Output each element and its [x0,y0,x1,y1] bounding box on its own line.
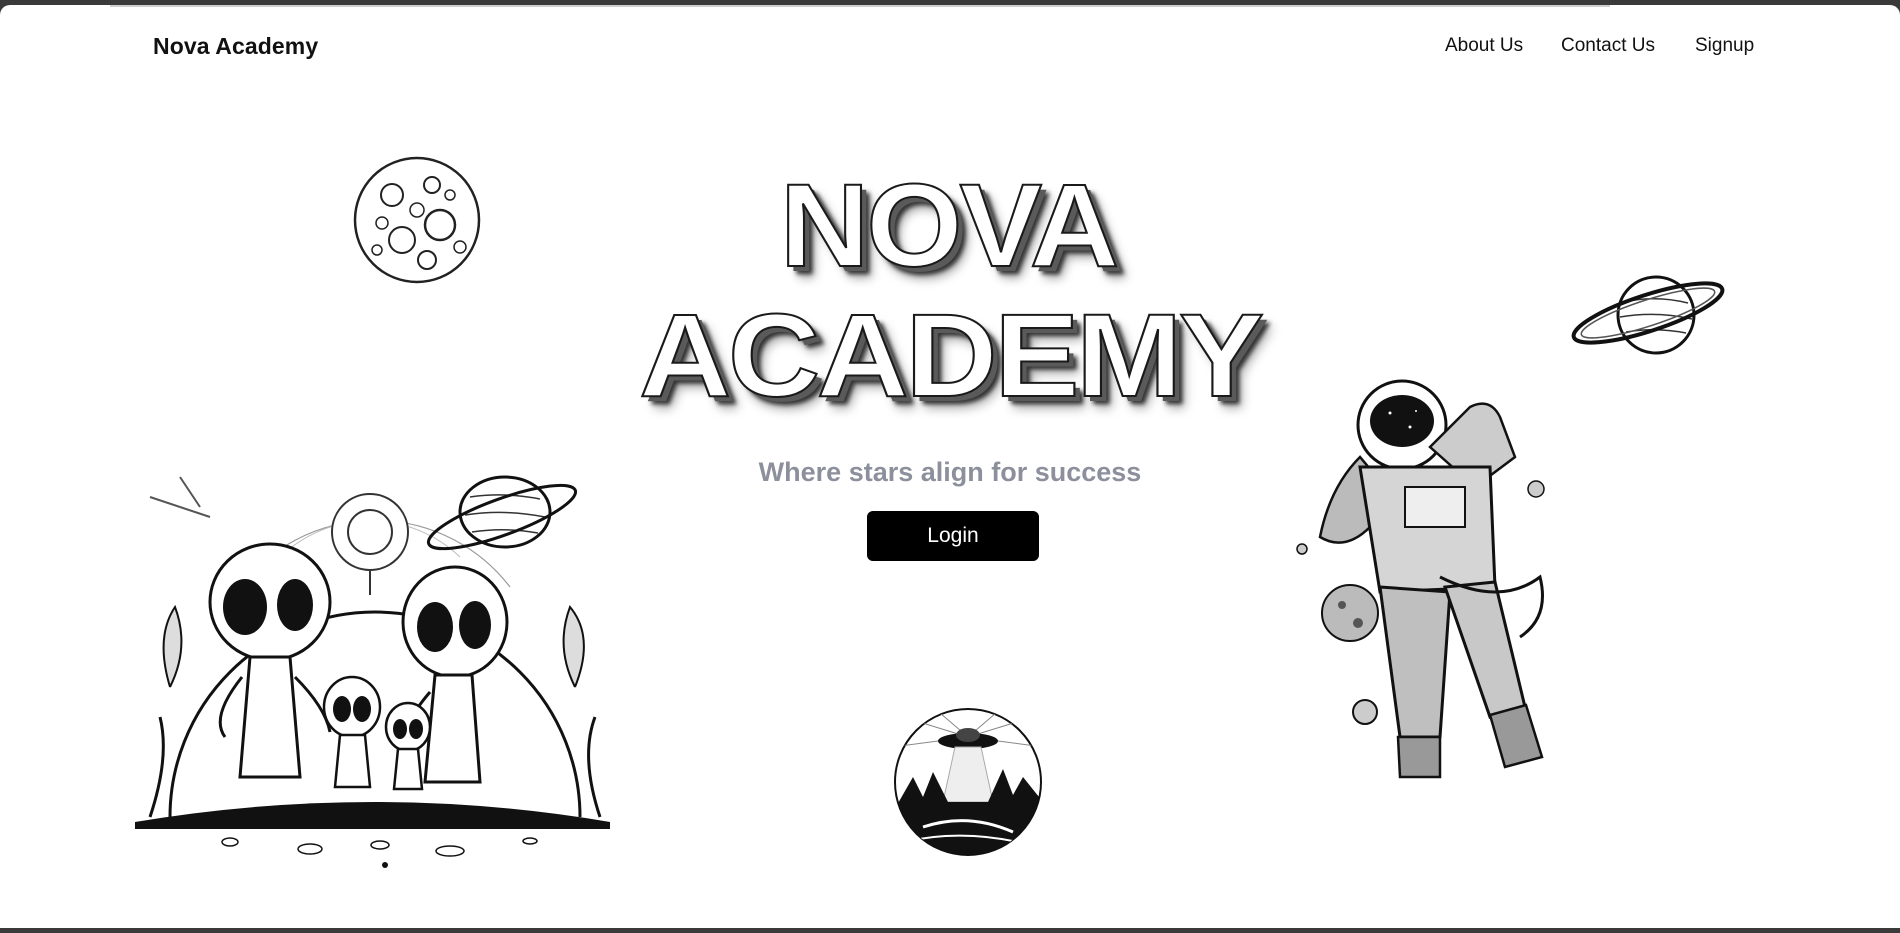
nav-contact-us[interactable]: Contact Us [1561,35,1655,57]
brand-logo-text[interactable]: Nova Academy [153,33,318,60]
alien-family-illustration [135,475,610,868]
nav-about-us[interactable]: About Us [1445,35,1523,57]
login-button[interactable]: Login [867,511,1039,561]
nav-signup[interactable]: Signup [1695,35,1754,57]
window-top-divider [110,5,1610,7]
page: Nova Academy About Us Contact Us Signup [0,5,1900,928]
ufo-badge-illustration [894,708,1042,856]
hero-title-line2: ACADEMY [638,290,1265,422]
hero-title-line1: NOVA [779,160,1120,292]
hero-tagline: Where stars align for success [758,457,1142,487]
astronaut-illustration [1296,379,1545,779]
